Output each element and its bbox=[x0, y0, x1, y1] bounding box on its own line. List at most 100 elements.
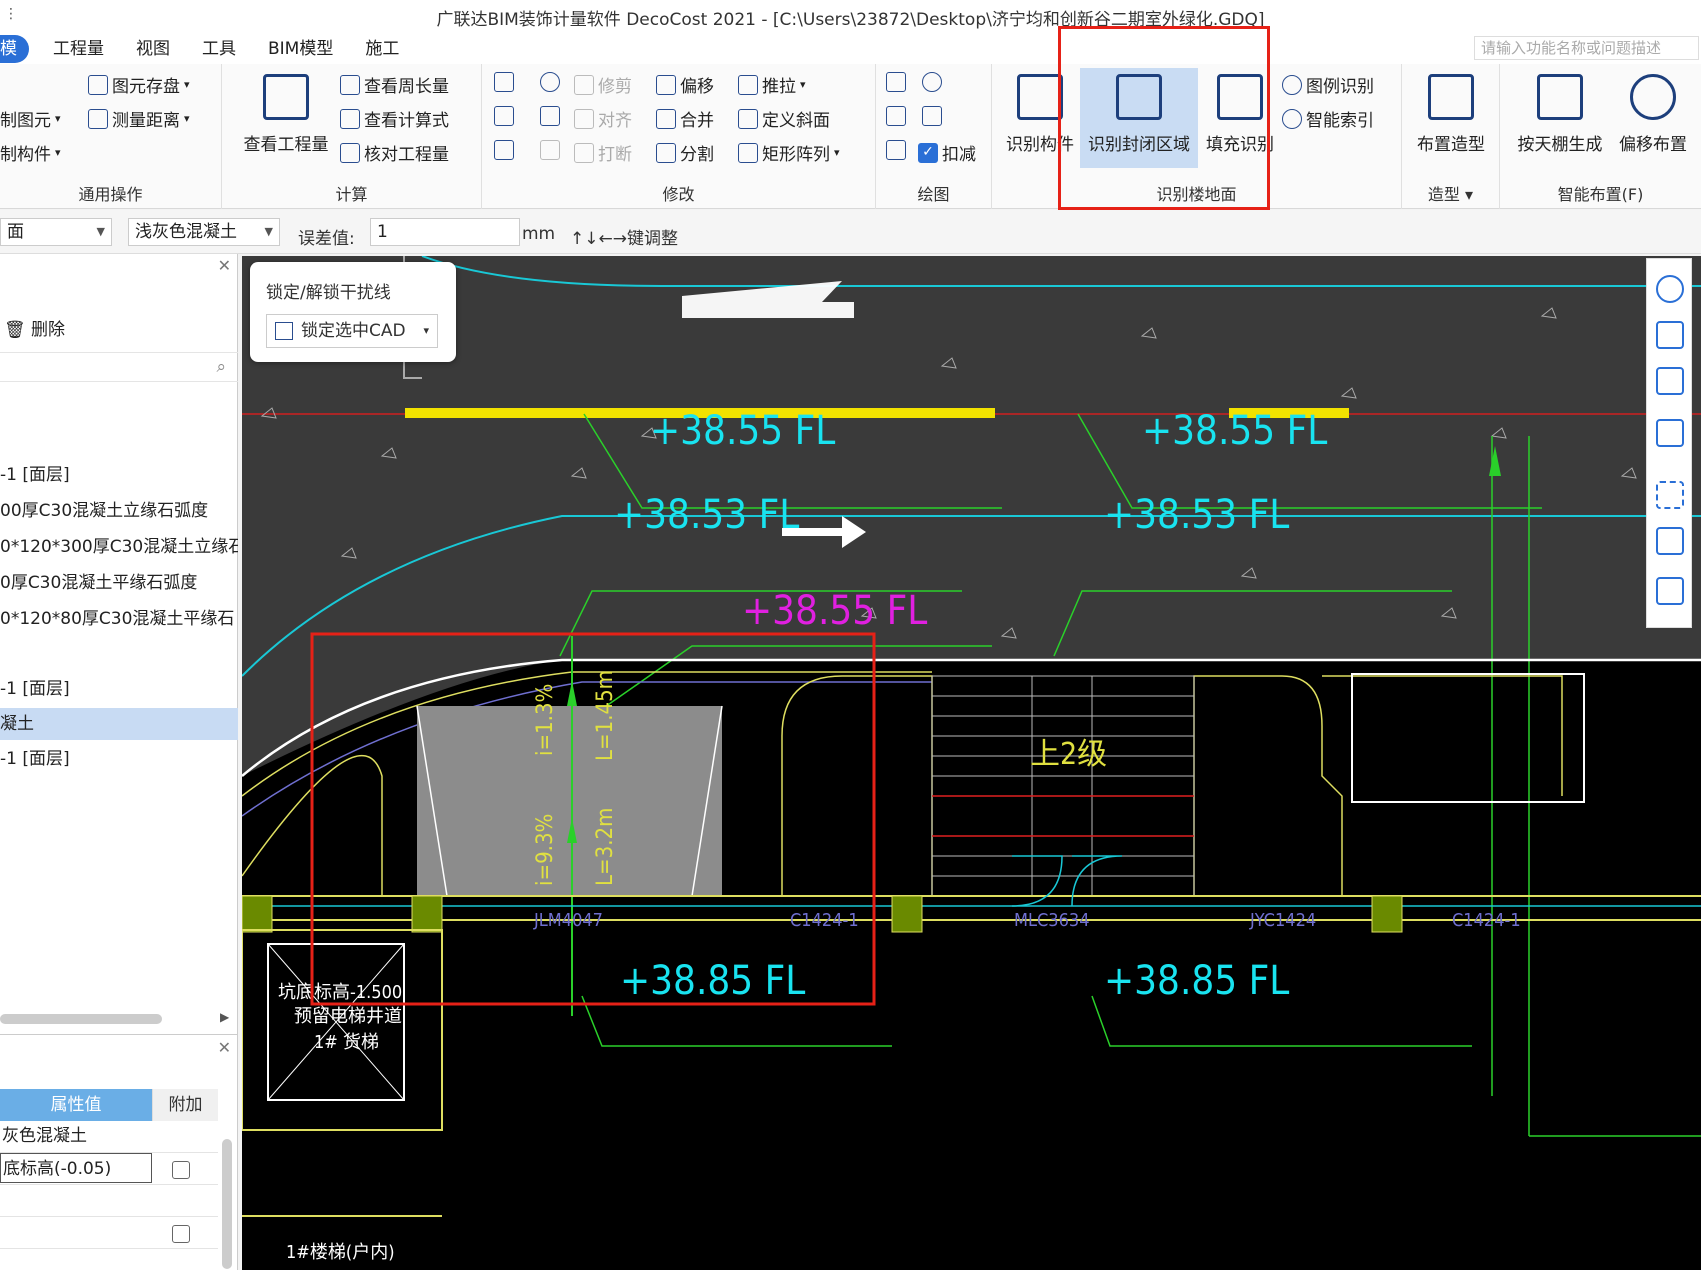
mirror-button[interactable] bbox=[540, 106, 564, 126]
offset-button[interactable]: 偏移 bbox=[656, 72, 714, 97]
lock-cad-popup: 锁定/解锁干扰线 锁定选中CAD ▾ bbox=[250, 262, 456, 362]
generate-by-ceiling-button[interactable]: 按天棚生成 bbox=[1512, 68, 1608, 155]
copy-tool-button[interactable] bbox=[494, 106, 518, 126]
view-toolbar bbox=[1646, 258, 1692, 628]
feature-search-input[interactable]: 请输入功能名称或问题描述 bbox=[1474, 36, 1699, 60]
menu-bim-model[interactable]: BIM模型 bbox=[252, 35, 349, 63]
rect-array-button[interactable]: 矩形阵列 ▾ bbox=[738, 140, 840, 165]
move-button[interactable] bbox=[494, 140, 518, 160]
search-icon: ⌕ bbox=[216, 357, 226, 377]
arc-tool-button[interactable] bbox=[922, 106, 946, 126]
elevation-label: +38.55 FL bbox=[1142, 408, 1327, 454]
extra-checkbox[interactable] bbox=[172, 1225, 190, 1243]
index-icon bbox=[1282, 108, 1302, 129]
elevator-text: 坑底标高-1.500 bbox=[278, 982, 402, 1003]
menu-view[interactable]: 视图 bbox=[120, 35, 186, 63]
legend-recognize-button[interactable]: 图例识别 bbox=[1282, 72, 1374, 97]
split-button[interactable]: 分割 bbox=[656, 140, 714, 165]
scroll-right-icon[interactable]: ▶ bbox=[220, 1010, 229, 1024]
tolerance-input[interactable]: 1 bbox=[370, 218, 520, 246]
iso-view-icon[interactable] bbox=[1656, 419, 1684, 447]
break-button[interactable]: 打断 bbox=[574, 140, 632, 165]
store-element-button[interactable]: 图元存盘 ▾ bbox=[88, 72, 190, 97]
group-draw-title: 绘图 bbox=[917, 185, 950, 204]
trim-button[interactable]: 修剪 bbox=[574, 72, 632, 97]
menu-quantity[interactable]: 工程量 bbox=[37, 35, 120, 63]
orbit-icon[interactable] bbox=[1656, 275, 1684, 303]
copy-element-button[interactable]: 制图元 ▾ bbox=[0, 106, 61, 131]
material-select[interactable]: 浅灰色混凝土 ▼ bbox=[128, 218, 280, 246]
deduct-checkbox[interactable]: ✓ 扣减 bbox=[918, 140, 976, 165]
left-panel: ✕ 🗑 删除 ⌕ -1 [面层] 00厚C30混凝土立缘石弧度 0*120*30… bbox=[0, 254, 238, 1270]
door-tag: JYC1424 bbox=[1249, 910, 1316, 931]
tree-item[interactable]: 0厚C30混凝土平缘石弧度 bbox=[0, 568, 238, 598]
box-view-icon[interactable] bbox=[1656, 367, 1684, 395]
tree-item[interactable]: -1 [面层] bbox=[0, 744, 238, 774]
tree-item[interactable]: 0*120*300厚C30混凝土立缘石 bbox=[0, 532, 238, 562]
close-icon[interactable]: ✕ bbox=[218, 1038, 231, 1057]
group-shape: 布置造型 造型 ▾ bbox=[1402, 64, 1500, 209]
extend-button[interactable] bbox=[540, 140, 564, 160]
break-icon bbox=[574, 142, 594, 163]
door-tag: C1424-1 bbox=[790, 910, 859, 931]
line-tool-button[interactable] bbox=[886, 106, 910, 126]
elevation-label: +38.85 FL bbox=[1104, 958, 1289, 1004]
offset-layout-button[interactable]: 偏移布置 bbox=[1612, 68, 1694, 155]
align-icon bbox=[574, 108, 594, 129]
point-tool-button[interactable] bbox=[886, 72, 910, 92]
floor-type-select[interactable]: 面 ▼ bbox=[0, 218, 112, 246]
cad-drawing-canvas[interactable]: +38.55 FL +38.55 FL +38.53 FL +38.53 FL … bbox=[242, 256, 1701, 1270]
rect-tool-button[interactable] bbox=[886, 140, 910, 160]
merge-button[interactable]: 合并 bbox=[656, 106, 714, 131]
door-tag: C1424-1 bbox=[1452, 910, 1521, 931]
component-search-input[interactable]: ⌕ bbox=[0, 352, 238, 382]
menu-tools[interactable]: 工具 bbox=[186, 35, 252, 63]
group-shape-title[interactable]: 造型 ▾ bbox=[1402, 181, 1499, 205]
table-row: 灰色混凝土 bbox=[0, 1121, 218, 1153]
layout-shape-button[interactable]: 布置造型 bbox=[1408, 68, 1494, 155]
measure-distance-button[interactable]: 测量距离 ▾ bbox=[88, 106, 190, 131]
menu-modeling[interactable]: 模 bbox=[0, 35, 29, 63]
door-tag: MLC3634 bbox=[1014, 910, 1090, 931]
close-icon[interactable]: ✕ bbox=[218, 256, 231, 275]
layer-icon[interactable] bbox=[1656, 527, 1684, 555]
slope-label: i=1.3% bbox=[533, 684, 558, 756]
tree-item-selected[interactable]: 凝土 bbox=[0, 708, 238, 740]
push-pull-button[interactable]: 推拉 ▾ bbox=[738, 72, 806, 97]
view-perimeter-button[interactable]: 查看周长量 bbox=[340, 72, 449, 97]
align-button[interactable]: 对齐 bbox=[574, 106, 632, 131]
horizontal-scrollbar[interactable] bbox=[0, 1014, 162, 1024]
smart-index-button[interactable]: 智能索引 bbox=[1282, 106, 1374, 131]
table-row bbox=[0, 1185, 218, 1217]
panel-divider bbox=[0, 1034, 238, 1035]
quick-access-icon[interactable]: ⋮ bbox=[4, 6, 18, 22]
extra-checkbox[interactable] bbox=[172, 1161, 190, 1179]
split-icon bbox=[656, 142, 676, 163]
tree-item[interactable]: 0*120*80厚C30混凝土平缘石 bbox=[0, 604, 238, 634]
ceiling-icon bbox=[1537, 74, 1583, 120]
rotate-button[interactable] bbox=[540, 72, 564, 92]
group-draw: ✓ 扣减 绘图 bbox=[876, 64, 992, 209]
3d-view-icon[interactable] bbox=[1656, 321, 1684, 349]
check-quantity-button[interactable]: 核对工程量 bbox=[340, 140, 449, 165]
delete-tool-button[interactable] bbox=[494, 72, 518, 92]
lock-selected-cad-button[interactable]: 锁定选中CAD ▾ bbox=[266, 314, 438, 348]
fit-extent-icon[interactable] bbox=[1656, 481, 1684, 509]
column-header-value: 属性值 bbox=[0, 1089, 152, 1121]
tree-item[interactable]: 00厚C30混凝土立缘石弧度 bbox=[0, 496, 238, 526]
list-icon[interactable] bbox=[1656, 577, 1684, 605]
tree-item[interactable]: -1 [面层] bbox=[0, 460, 238, 490]
circle-tool-button[interactable] bbox=[922, 72, 946, 92]
delete-component-button[interactable]: 🗑 删除 bbox=[0, 316, 238, 344]
property-value-editing[interactable]: 底标高(-0.05) bbox=[0, 1153, 152, 1183]
perimeter-icon bbox=[340, 74, 360, 95]
menu-construction[interactable]: 施工 bbox=[349, 35, 415, 63]
view-quantity-button[interactable]: 查看工程量 bbox=[236, 68, 336, 155]
vertical-scrollbar[interactable] bbox=[222, 1139, 232, 1269]
tree-item[interactable]: -1 [面层] bbox=[0, 674, 238, 704]
copy-component-button[interactable]: 制构件 ▾ bbox=[0, 140, 61, 165]
property-value[interactable]: 灰色混凝土 bbox=[0, 1121, 152, 1151]
ribbon: 图元存盘 ▾ 制图元 ▾ 测量距离 ▾ 制构件 ▾ 通用操作 查看工程量 查看周长量 查… bbox=[0, 26, 1701, 210]
define-slope-button[interactable]: 定义斜面 bbox=[738, 106, 830, 131]
view-formula-button[interactable]: 查看计算式 bbox=[340, 106, 449, 131]
